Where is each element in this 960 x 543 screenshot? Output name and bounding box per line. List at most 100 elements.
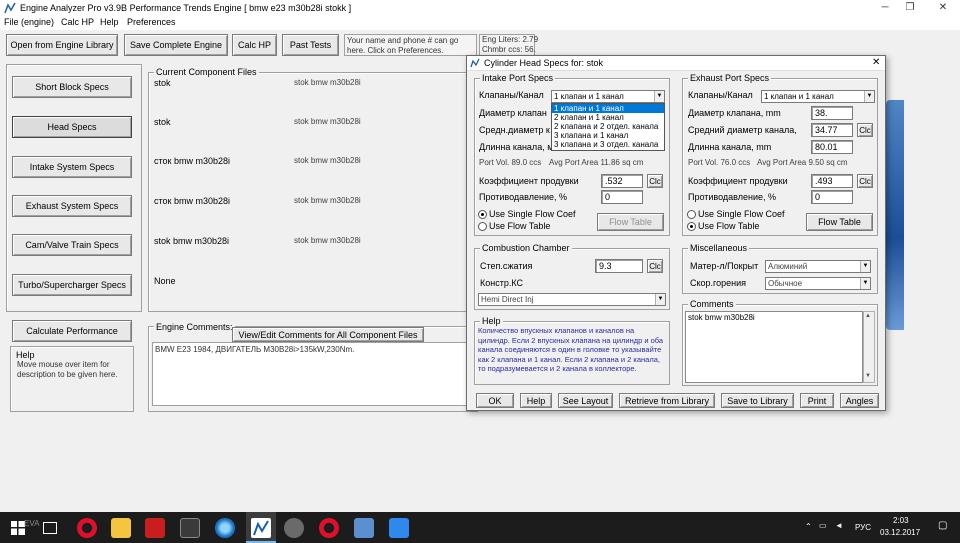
exhaust-flow-table-button[interactable]: Flow Table [806, 213, 873, 231]
intake-single-flow-radio[interactable] [478, 210, 487, 219]
settings-icon[interactable] [284, 518, 304, 538]
cam-valve-train-specs-button[interactable]: Cam/Valve Train Specs [12, 234, 132, 256]
tools-icon[interactable] [180, 518, 200, 538]
exhaust-backflow-field[interactable]: 0 [811, 190, 853, 204]
dropdown-option[interactable]: 3 клапана и 3 отдел. канала [552, 140, 658, 149]
ok-button[interactable]: OK [476, 393, 514, 408]
opera-icon[interactable] [77, 518, 97, 538]
intake-flow-coef-field[interactable]: .532 [601, 174, 643, 188]
dialog-close-icon[interactable]: ✕ [872, 57, 880, 68]
dropdown-option[interactable]: 2 клапана и 2 отдел. канала [552, 122, 658, 131]
clock-date[interactable]: 03.12.2017 [880, 528, 920, 537]
compression-ratio-clc-button[interactable]: Clc [647, 259, 663, 273]
chmbr-ccs: Chmbr ccs: 56. [482, 45, 536, 54]
app-window-icon[interactable] [389, 518, 409, 538]
component-name: stok [154, 78, 171, 88]
exhaust-flow-table-radio[interactable] [687, 222, 696, 231]
component-file: stok bmw m30b28i [294, 236, 361, 245]
exhaust-single-flow-radio[interactable] [687, 210, 696, 219]
component-name: None [154, 276, 176, 286]
windows-start-icon[interactable] [11, 521, 25, 535]
material-select[interactable]: Алюминий [765, 260, 871, 273]
menu-help[interactable]: Help [100, 17, 119, 27]
exhaust-diam-field[interactable]: 38. [811, 106, 853, 120]
component-file: stok bmw m30b28i [294, 117, 361, 126]
menu-calc-hp[interactable]: Calc HP [61, 17, 94, 27]
browser-icon[interactable] [215, 518, 235, 538]
open-library-button[interactable]: Open from Engine Library [6, 34, 118, 56]
eng-liters: Eng Liters: 2.79 [482, 35, 539, 44]
compression-ratio-label: Степ.сжатия [480, 261, 533, 271]
head-specs-button[interactable]: Head Specs [12, 116, 132, 138]
intake-flow-coef-clc-button[interactable]: Clc [647, 174, 663, 188]
notifications-icon[interactable]: ▢ [938, 520, 947, 531]
angles-button[interactable]: Angles [840, 393, 879, 408]
compression-ratio-field[interactable]: 9.3 [595, 259, 643, 273]
task-view-icon[interactable] [43, 522, 57, 534]
volume-icon[interactable]: ◄ [835, 521, 843, 530]
exhaust-flow-coef-clc-button[interactable]: Clc [857, 174, 873, 188]
dropdown-option[interactable]: 3 клапана и 1 канал [552, 131, 628, 140]
retrieve-from-library-button[interactable]: Retrieve from Library [619, 393, 715, 408]
opera-icon-2[interactable] [319, 518, 339, 538]
clock-time[interactable]: 2:03 [893, 516, 909, 525]
burn-speed-select[interactable]: Обычное [765, 277, 871, 290]
exhaust-avg-field[interactable]: 34.77 [811, 123, 853, 137]
menu-preferences[interactable]: Preferences [127, 17, 176, 27]
exhaust-avg-area: Avg Port Area 9.50 sq cm [757, 158, 848, 167]
intake-valves-label: Клапаны/Канал [479, 90, 544, 100]
exhaust-valves-chevron-down-icon[interactable]: ▼ [864, 91, 874, 102]
past-tests-button[interactable]: Past Tests [282, 34, 339, 56]
name-phone-note: Your name and phone # can go here. Click… [344, 34, 477, 56]
notes-icon[interactable] [354, 518, 374, 538]
restore-icon[interactable]: ❐ [895, 0, 925, 16]
game-sw-icon[interactable] [145, 518, 165, 538]
view-edit-comments-button[interactable]: View/Edit Comments for All Component Fil… [232, 327, 424, 342]
intake-system-specs-button[interactable]: Intake System Specs [12, 156, 132, 178]
exhaust-flow-coef-label: Коэффициент продувки [688, 176, 788, 186]
window-title: Engine Analyzer Pro v3.9B Performance Tr… [20, 3, 352, 13]
network-icon[interactable]: ▭ [819, 521, 827, 530]
save-to-library-button[interactable]: Save to Library [721, 393, 794, 408]
chamber-design-select[interactable]: Hemi Direct Inj [478, 293, 666, 306]
exhaust-valves-select[interactable]: 1 клапан и 1 канал [761, 90, 875, 103]
chamber-design-chevron-down-icon[interactable]: ▼ [655, 294, 665, 305]
burn-speed-chevron-down-icon[interactable]: ▼ [860, 278, 870, 289]
intake-valves-select[interactable]: 1 клапан и 1 канал [551, 90, 665, 103]
intake-backflow-field[interactable]: 0 [601, 190, 643, 204]
intake-valves-chevron-down-icon[interactable]: ▼ [654, 91, 664, 102]
exhaust-flow-coef-field[interactable]: .493 [811, 174, 853, 188]
exhaust-port-vol: Port Vol. 76.0 ccs [688, 158, 751, 167]
print-button[interactable]: Print [800, 393, 834, 408]
exhaust-avg-clc-button[interactable]: Clc [857, 123, 873, 137]
language-indicator[interactable]: РУС [855, 523, 871, 532]
calculate-performance-button[interactable]: Calculate Performance [12, 320, 132, 342]
exhaust-valves-label: Клапаны/Канал [688, 90, 753, 100]
exhaust-single-flow-label: Use Single Flow Coef [698, 209, 785, 219]
engine-comments-label: Engine Comments: [154, 322, 235, 332]
menu-file[interactable]: File (engine) [4, 17, 54, 27]
save-complete-button[interactable]: Save Complete Engine [124, 34, 228, 56]
dropdown-option-selected[interactable]: 1 клапан и 1 канал [552, 104, 664, 113]
close-icon[interactable]: ✕ [928, 0, 958, 16]
turbo-supercharger-specs-button[interactable]: Turbo/Supercharger Specs [12, 274, 132, 296]
tray-chevron-up-icon[interactable]: ⌃ [805, 522, 812, 531]
file-explorer-icon[interactable] [111, 518, 131, 538]
material-chevron-down-icon[interactable]: ▼ [860, 261, 870, 272]
intake-port-vol: Port Vol. 89.0 ccs [479, 158, 542, 167]
see-layout-button[interactable]: See Layout [558, 393, 613, 408]
chamber-design-label: Констр.КС [480, 278, 523, 288]
help-button[interactable]: Help [520, 393, 552, 408]
intake-flow-table-label: Use Flow Table [489, 221, 551, 231]
app-logo-icon [4, 2, 16, 14]
calc-hp-button[interactable]: Calc HP [232, 34, 277, 56]
dropdown-option[interactable]: 2 клапан и 1 канал [552, 113, 624, 122]
intake-flow-table-button[interactable]: Flow Table [597, 213, 664, 231]
exhaust-len-field[interactable]: 80.01 [811, 140, 853, 154]
combustion-chamber-title: Combustion Chamber [480, 243, 572, 253]
intake-flow-table-radio[interactable] [478, 222, 487, 231]
exhaust-system-specs-button[interactable]: Exhaust System Specs [12, 195, 132, 217]
scroll-up-icon[interactable]: ▲ [865, 313, 871, 319]
short-block-specs-button[interactable]: Short Block Specs [12, 76, 132, 98]
scroll-down-icon[interactable]: ▼ [865, 373, 871, 379]
